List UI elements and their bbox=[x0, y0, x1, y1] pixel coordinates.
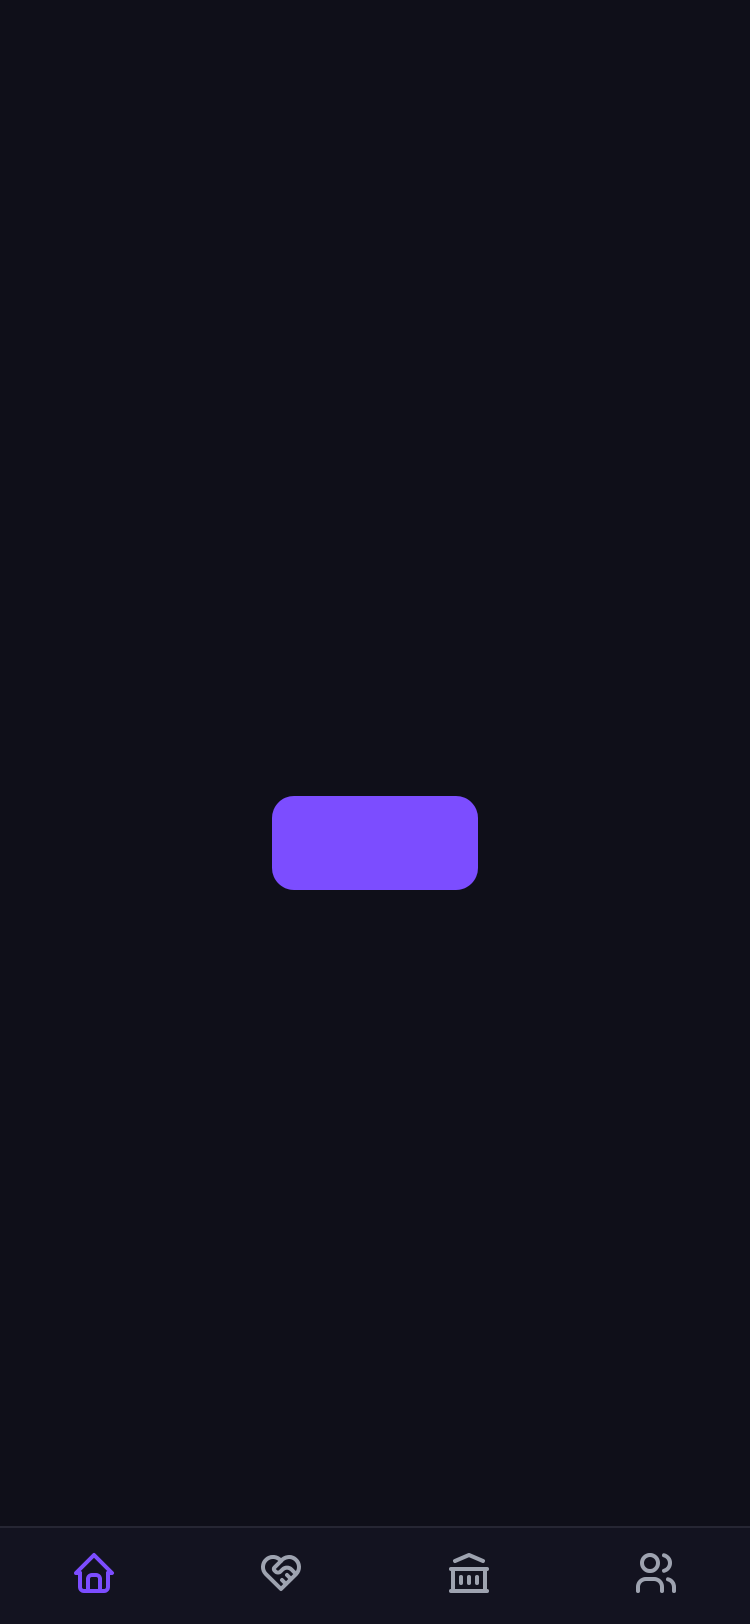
nav-tab-community[interactable] bbox=[563, 1528, 750, 1624]
primary-action-button[interactable] bbox=[272, 796, 478, 890]
bottom-navigation-bar bbox=[0, 1526, 750, 1624]
home-icon bbox=[70, 1549, 118, 1597]
main-content bbox=[0, 0, 750, 1526]
nav-tab-home[interactable] bbox=[0, 1528, 188, 1624]
nav-tab-charity[interactable] bbox=[188, 1528, 376, 1624]
heart-handshake-icon bbox=[257, 1549, 305, 1597]
bank-icon bbox=[445, 1549, 493, 1597]
users-icon bbox=[632, 1549, 680, 1597]
nav-tab-bank[interactable] bbox=[375, 1528, 563, 1624]
